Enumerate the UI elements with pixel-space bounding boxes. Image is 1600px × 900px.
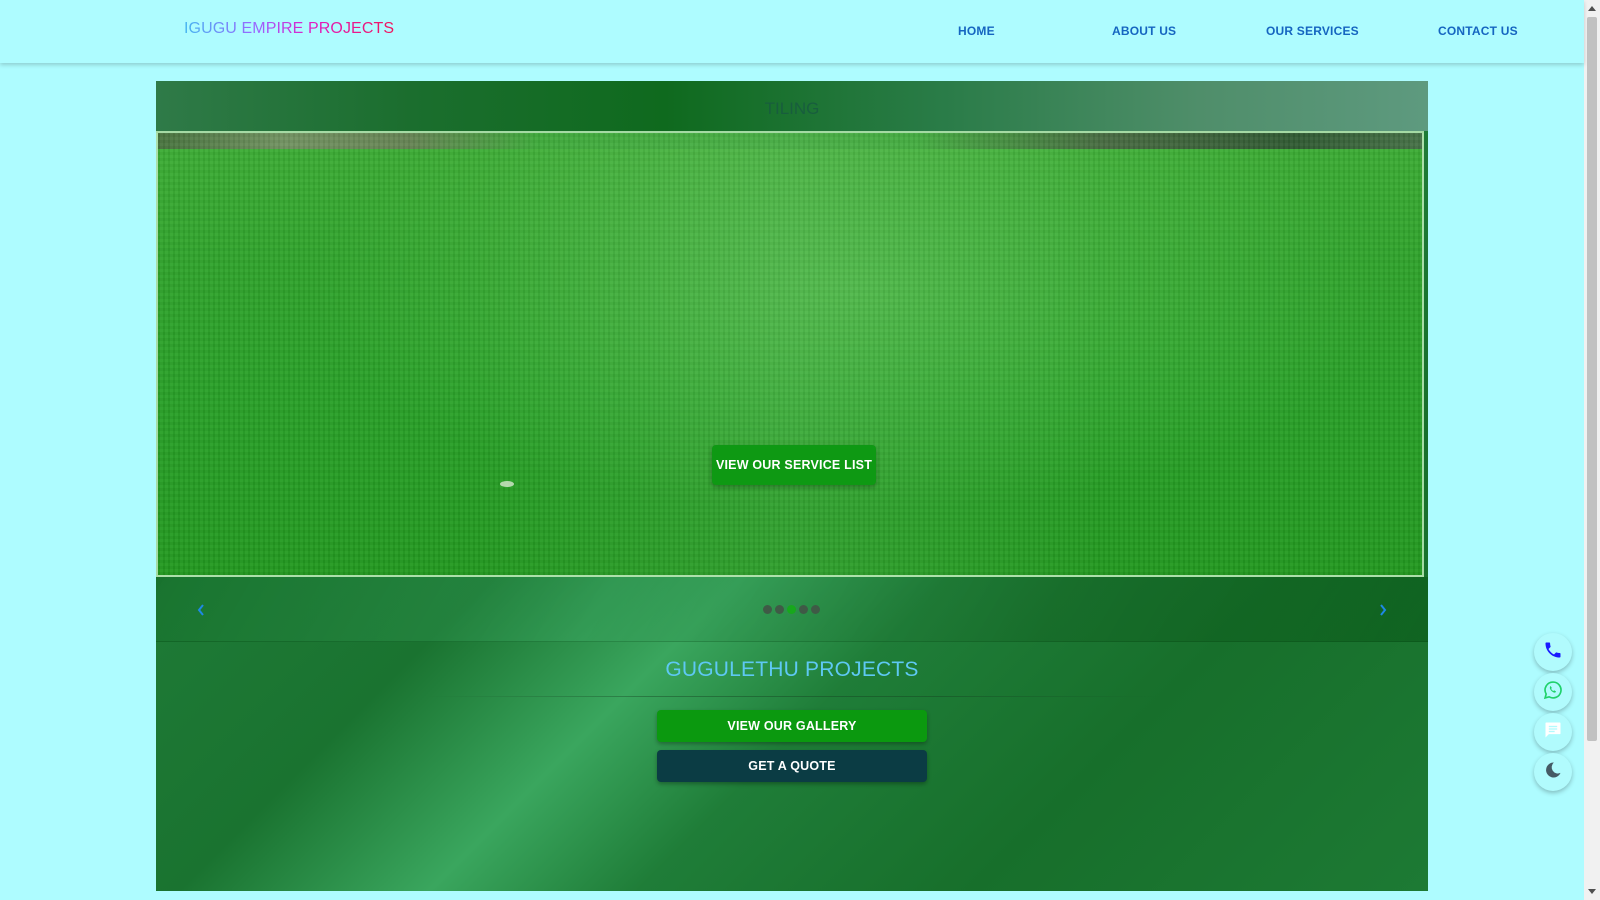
whatsapp-button[interactable] <box>1534 673 1572 711</box>
scroll-up-arrow[interactable] <box>1588 6 1596 11</box>
carousel-indicators <box>763 605 820 614</box>
carousel-controls <box>156 577 1428 642</box>
scrollbar-thumb[interactable] <box>1587 17 1597 741</box>
slide-title: TILING <box>764 99 820 118</box>
phone-button[interactable] <box>1534 633 1572 671</box>
slide-caption-bar: TILING <box>156 81 1428 131</box>
scroll-down-arrow[interactable] <box>1588 889 1596 894</box>
nav-link-our-services[interactable]: OUR SERVICES <box>1266 24 1359 38</box>
chevron-left-icon[interactable] <box>196 603 206 617</box>
carousel-dot[interactable] <box>763 605 772 614</box>
hero-section: TILING VIEW OUR SERVICE LIST GUGULETHU P… <box>156 81 1428 891</box>
brand-logo-text[interactable]: IGUGU EMPIRE PROJECTS <box>184 20 394 38</box>
site-header: IGUGU EMPIRE PROJECTS HOME ABOUT US OUR … <box>0 0 1584 63</box>
carousel-dot-active[interactable] <box>787 605 796 614</box>
get-quote-button[interactable]: GET A QUOTE <box>657 750 927 782</box>
carousel-dot[interactable] <box>811 605 820 614</box>
slide-image-lawn: VIEW OUR SERVICE LIST <box>156 131 1424 577</box>
chat-icon <box>1543 720 1563 745</box>
nav-link-contact-us[interactable]: CONTACT US <box>1438 24 1518 38</box>
view-service-list-button[interactable]: VIEW OUR SERVICE LIST <box>712 445 876 485</box>
page-scrollbar[interactable] <box>1584 0 1600 900</box>
section-title: GUGULETHU PROJECTS <box>665 658 919 681</box>
phone-icon <box>1543 640 1563 665</box>
carousel-dot[interactable] <box>775 605 784 614</box>
nav-link-about-us[interactable]: ABOUT US <box>1112 24 1176 38</box>
section-divider <box>426 696 1158 697</box>
nav-link-home[interactable]: HOME <box>958 24 995 38</box>
moon-icon <box>1543 760 1563 785</box>
chat-button[interactable] <box>1534 713 1572 751</box>
chevron-right-icon[interactable] <box>1378 603 1388 617</box>
dark-mode-toggle[interactable] <box>1534 753 1572 791</box>
view-gallery-button[interactable]: VIEW OUR GALLERY <box>657 710 927 742</box>
carousel-dot[interactable] <box>799 605 808 614</box>
whatsapp-icon <box>1543 680 1563 705</box>
